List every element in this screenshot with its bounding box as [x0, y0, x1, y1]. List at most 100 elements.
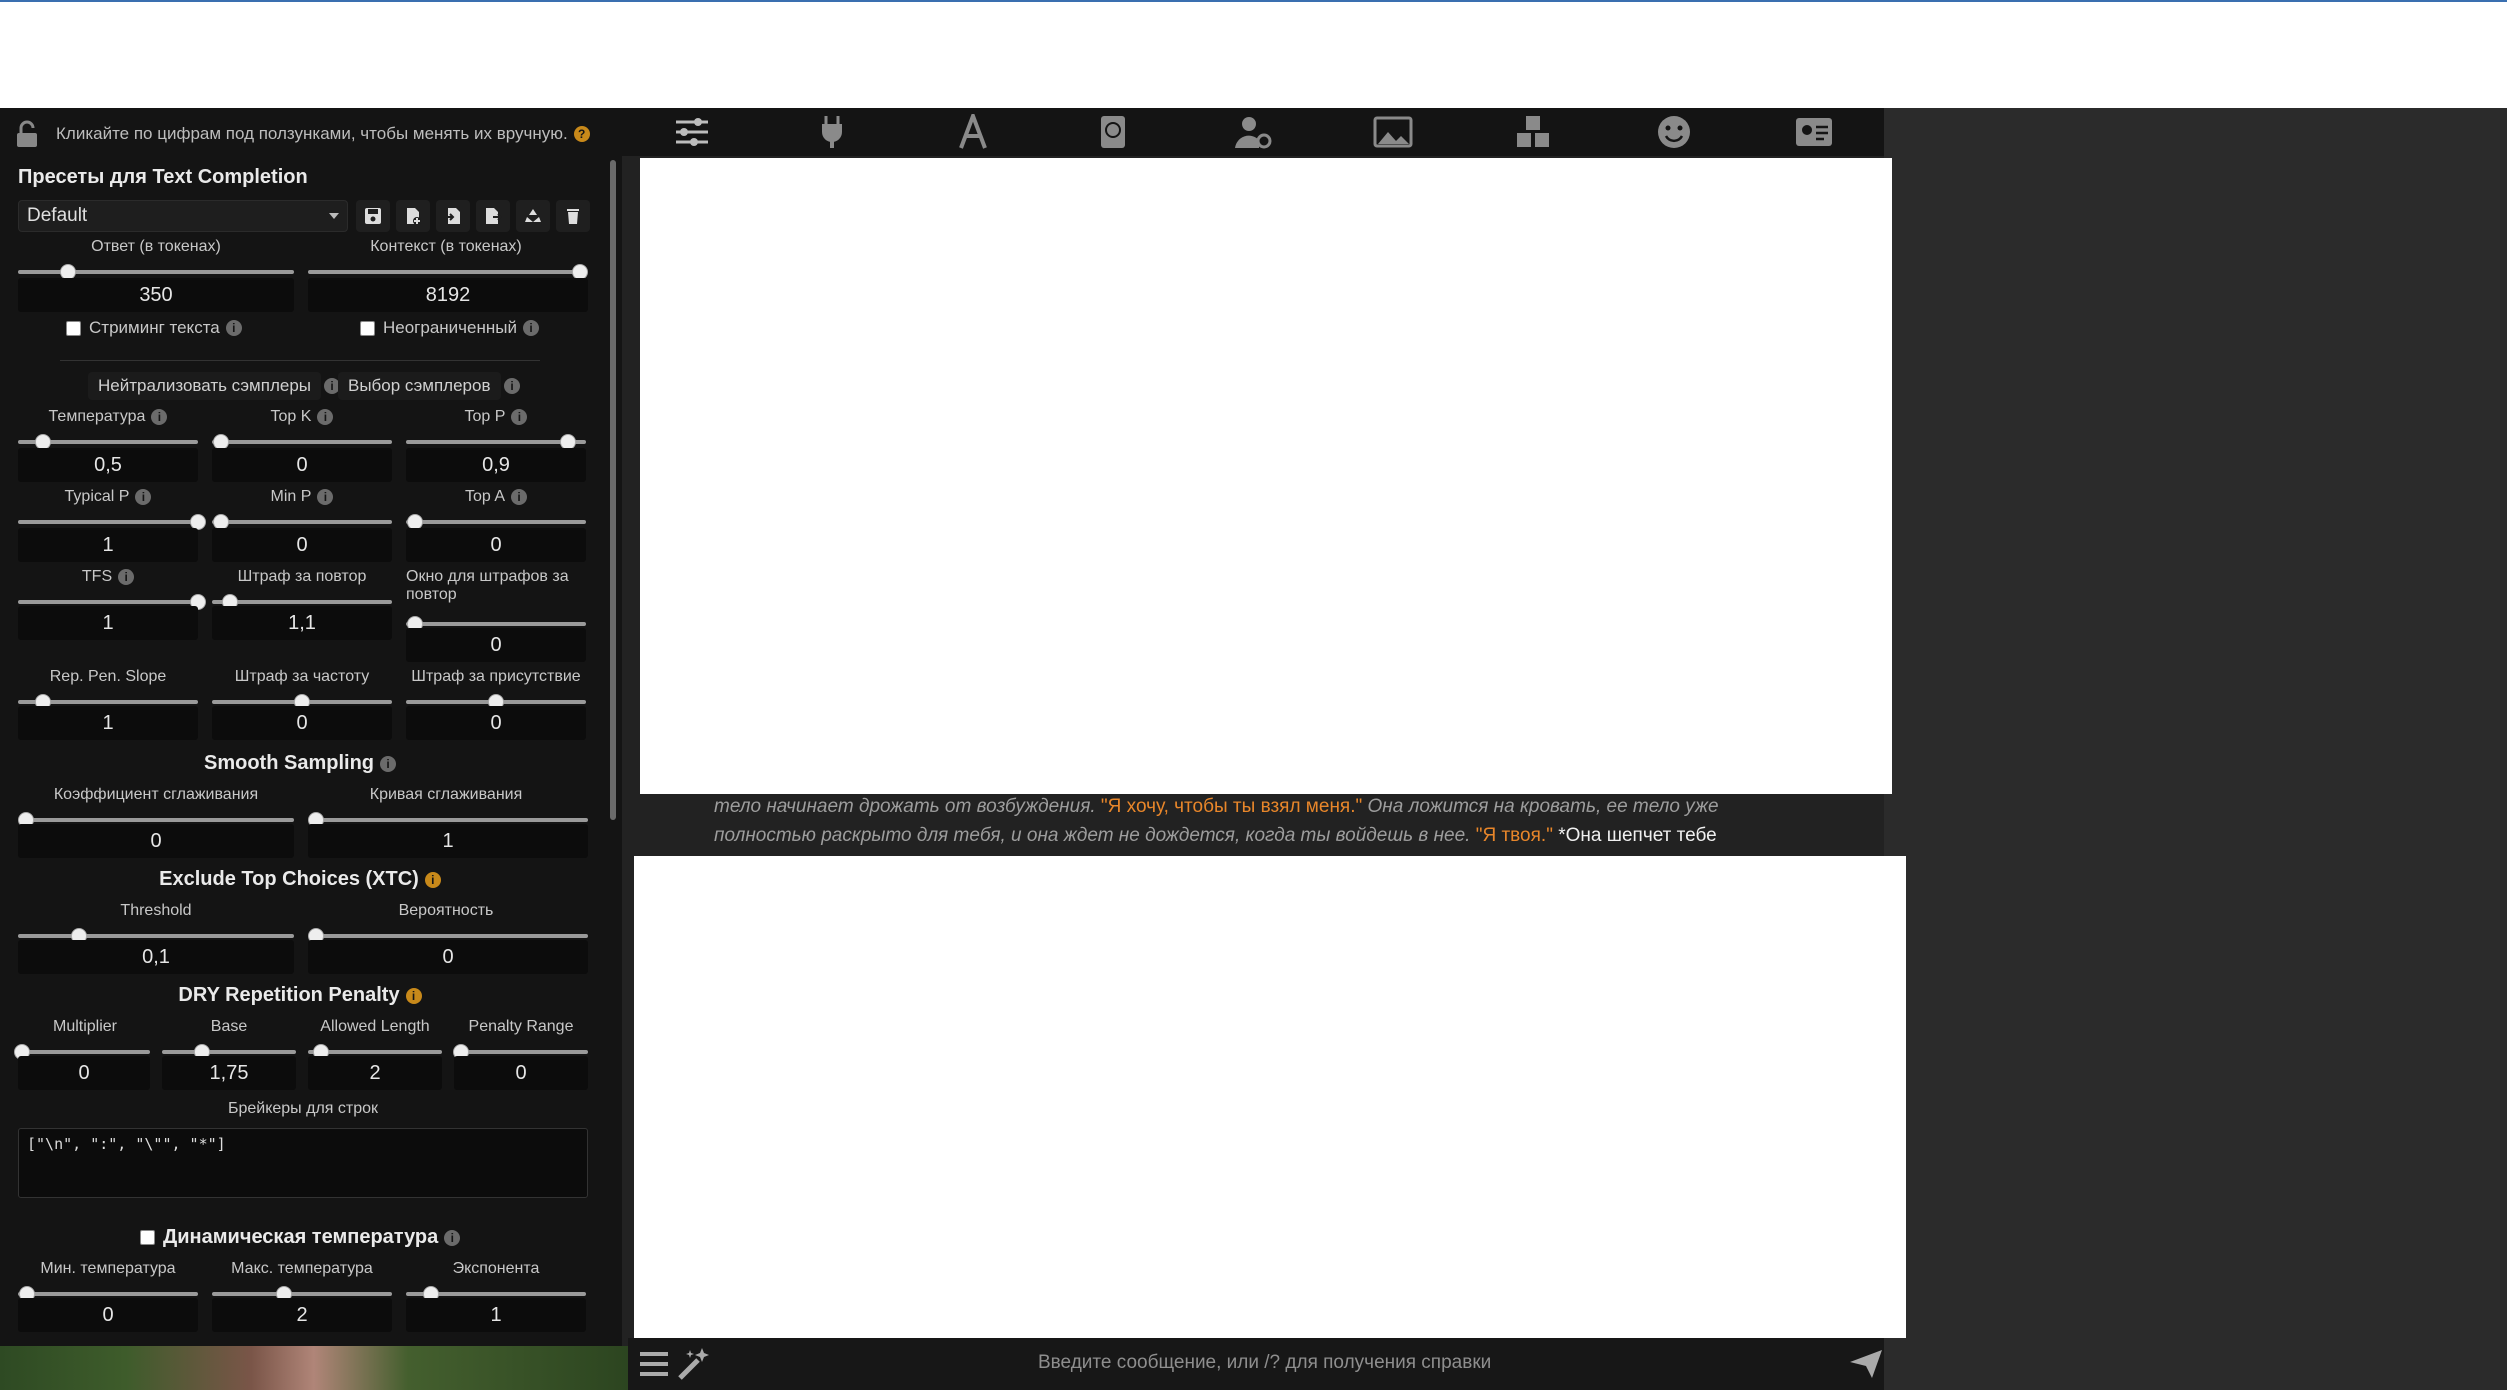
import-preset-button[interactable] — [436, 200, 470, 232]
export-preset-button[interactable] — [476, 200, 510, 232]
allowed-length-input[interactable]: 2 — [308, 1056, 442, 1090]
topk-slider[interactable] — [212, 434, 392, 450]
sliders-icon — [676, 118, 709, 146]
neutralize-samplers-button[interactable]: Нейтрализовать сэмплеры — [88, 372, 321, 400]
info-icon[interactable]: i — [135, 488, 152, 505]
typicalp-slider[interactable] — [18, 514, 206, 530]
lock-icon[interactable] — [12, 119, 42, 149]
minp-slider[interactable] — [212, 514, 392, 530]
context-slider[interactable] — [308, 264, 588, 280]
smooth-curve-input[interactable]: 1 — [308, 824, 588, 858]
freq-input[interactable]: 0 — [212, 706, 392, 740]
reppen-window-slider[interactable] — [406, 616, 586, 632]
base-input[interactable]: 1,75 — [162, 1056, 296, 1090]
sampler-select-button[interactable]: Выбор сэмплеров — [338, 372, 501, 400]
reppen-slider[interactable] — [212, 594, 392, 610]
smooth-factor-input[interactable]: 0 — [18, 824, 294, 858]
info-icon[interactable]: i — [504, 378, 520, 394]
topa-slider[interactable] — [406, 514, 586, 530]
reppen-input[interactable]: 1,1 — [212, 606, 392, 640]
nav-user-settings[interactable] — [1183, 108, 1323, 156]
multiplier-input[interactable]: 0 — [18, 1056, 150, 1090]
nav-sliders[interactable] — [622, 108, 762, 156]
info-icon[interactable]: i — [317, 408, 334, 425]
exponent-slider[interactable] — [406, 1286, 586, 1302]
presence-slider[interactable] — [406, 694, 586, 710]
topp-slider[interactable] — [406, 434, 586, 450]
info-icon[interactable]: i — [444, 1229, 461, 1246]
menu-icon[interactable] — [638, 1348, 670, 1385]
info-icon[interactable]: i — [380, 755, 396, 772]
nav-api[interactable] — [762, 108, 902, 156]
info-icon[interactable]: i — [225, 320, 242, 336]
panel-scrollbar[interactable] — [610, 160, 616, 820]
topa-input[interactable]: 0 — [406, 528, 586, 562]
tfs-input[interactable]: 1 — [18, 606, 198, 640]
magic-wand-icon[interactable] — [676, 1346, 712, 1387]
nav-persona[interactable] — [1604, 108, 1744, 156]
temperature-slider[interactable] — [18, 434, 198, 450]
minp-input[interactable]: 0 — [212, 528, 392, 562]
dynamic-temperature-checkbox[interactable]: Динамическая температура i — [140, 1226, 461, 1249]
smooth-factor-slider[interactable] — [18, 812, 294, 828]
delete-preset-button[interactable] — [556, 200, 590, 232]
new-preset-button[interactable] — [396, 200, 430, 232]
penalty-range-input[interactable]: 0 — [454, 1056, 588, 1090]
restore-preset-button[interactable] — [516, 200, 550, 232]
min-temp-input[interactable]: 0 — [18, 1298, 198, 1332]
probability-input[interactable]: 0 — [308, 940, 588, 974]
info-icon[interactable]: i — [522, 320, 539, 336]
freq-slider[interactable] — [212, 694, 392, 710]
response-slider[interactable] — [18, 264, 294, 280]
probability-slider[interactable] — [308, 928, 588, 944]
send-icon[interactable] — [1848, 1348, 1884, 1385]
info-icon[interactable]: i — [424, 871, 441, 888]
checkbox[interactable] — [140, 1230, 155, 1245]
info-icon[interactable]: i — [511, 488, 528, 505]
file-import-icon — [445, 208, 460, 224]
nav-extensions[interactable] — [1463, 108, 1603, 156]
nav-backgrounds[interactable] — [1323, 108, 1463, 156]
nav-world-info[interactable] — [1043, 108, 1183, 156]
typicalp-input[interactable]: 1 — [18, 528, 198, 562]
context-tokens-input[interactable]: 8192 — [308, 278, 588, 312]
help-icon[interactable]: ? — [573, 126, 590, 142]
message-input[interactable]: Введите сообщение, или /? для получения … — [1038, 1352, 1491, 1374]
checkbox[interactable] — [360, 320, 375, 336]
exponent-input[interactable]: 1 — [406, 1298, 586, 1332]
info-icon[interactable]: i — [317, 488, 334, 505]
message-quote: "Я твоя." — [1475, 825, 1553, 846]
unlimited-checkbox[interactable]: Неограниченный i — [360, 318, 539, 338]
multiplier-slider[interactable] — [13, 1044, 150, 1060]
topp-input[interactable]: 0,9 — [406, 448, 586, 482]
penalty-range-slider[interactable] — [452, 1044, 588, 1060]
threshold-slider[interactable] — [18, 928, 294, 944]
info-icon[interactable]: i — [511, 408, 528, 425]
nav-characters[interactable] — [1744, 108, 1884, 156]
info-icon[interactable]: i — [118, 568, 135, 585]
tfs-slider[interactable] — [18, 594, 206, 610]
temperature-input-box[interactable]: 0,5 — [18, 448, 198, 482]
min-temp-slider[interactable] — [18, 1286, 198, 1302]
save-preset-button[interactable] — [356, 200, 390, 232]
info-icon[interactable]: i — [151, 408, 168, 425]
reppen-slope-input[interactable]: 1 — [18, 706, 198, 740]
presence-input[interactable]: 0 — [406, 706, 586, 740]
threshold-input[interactable]: 0,1 — [18, 940, 294, 974]
checkbox[interactable] — [66, 320, 81, 336]
max-temp-slider[interactable] — [212, 1286, 392, 1302]
info-icon[interactable]: i — [405, 987, 422, 1004]
max-temp-input[interactable]: 2 — [212, 1298, 392, 1332]
breakers-textarea[interactable]: ["\n", ":", "\"", "*"] — [18, 1128, 588, 1198]
preset-select[interactable]: Default — [18, 200, 348, 232]
base-slider[interactable] — [162, 1044, 296, 1060]
reppen-window-input[interactable]: 0 — [406, 628, 586, 662]
reppen-slope-slider[interactable] — [18, 694, 198, 710]
response-tokens-input[interactable]: 350 — [18, 278, 294, 312]
topk-input[interactable]: 0 — [212, 448, 392, 482]
min-temp-label: Мин. температура — [40, 1260, 176, 1277]
streaming-checkbox[interactable]: Стриминг текста i — [66, 318, 242, 338]
nav-formatting[interactable] — [902, 108, 1042, 156]
allowed-length-slider[interactable] — [308, 1044, 442, 1060]
smooth-curve-slider[interactable] — [308, 812, 588, 828]
